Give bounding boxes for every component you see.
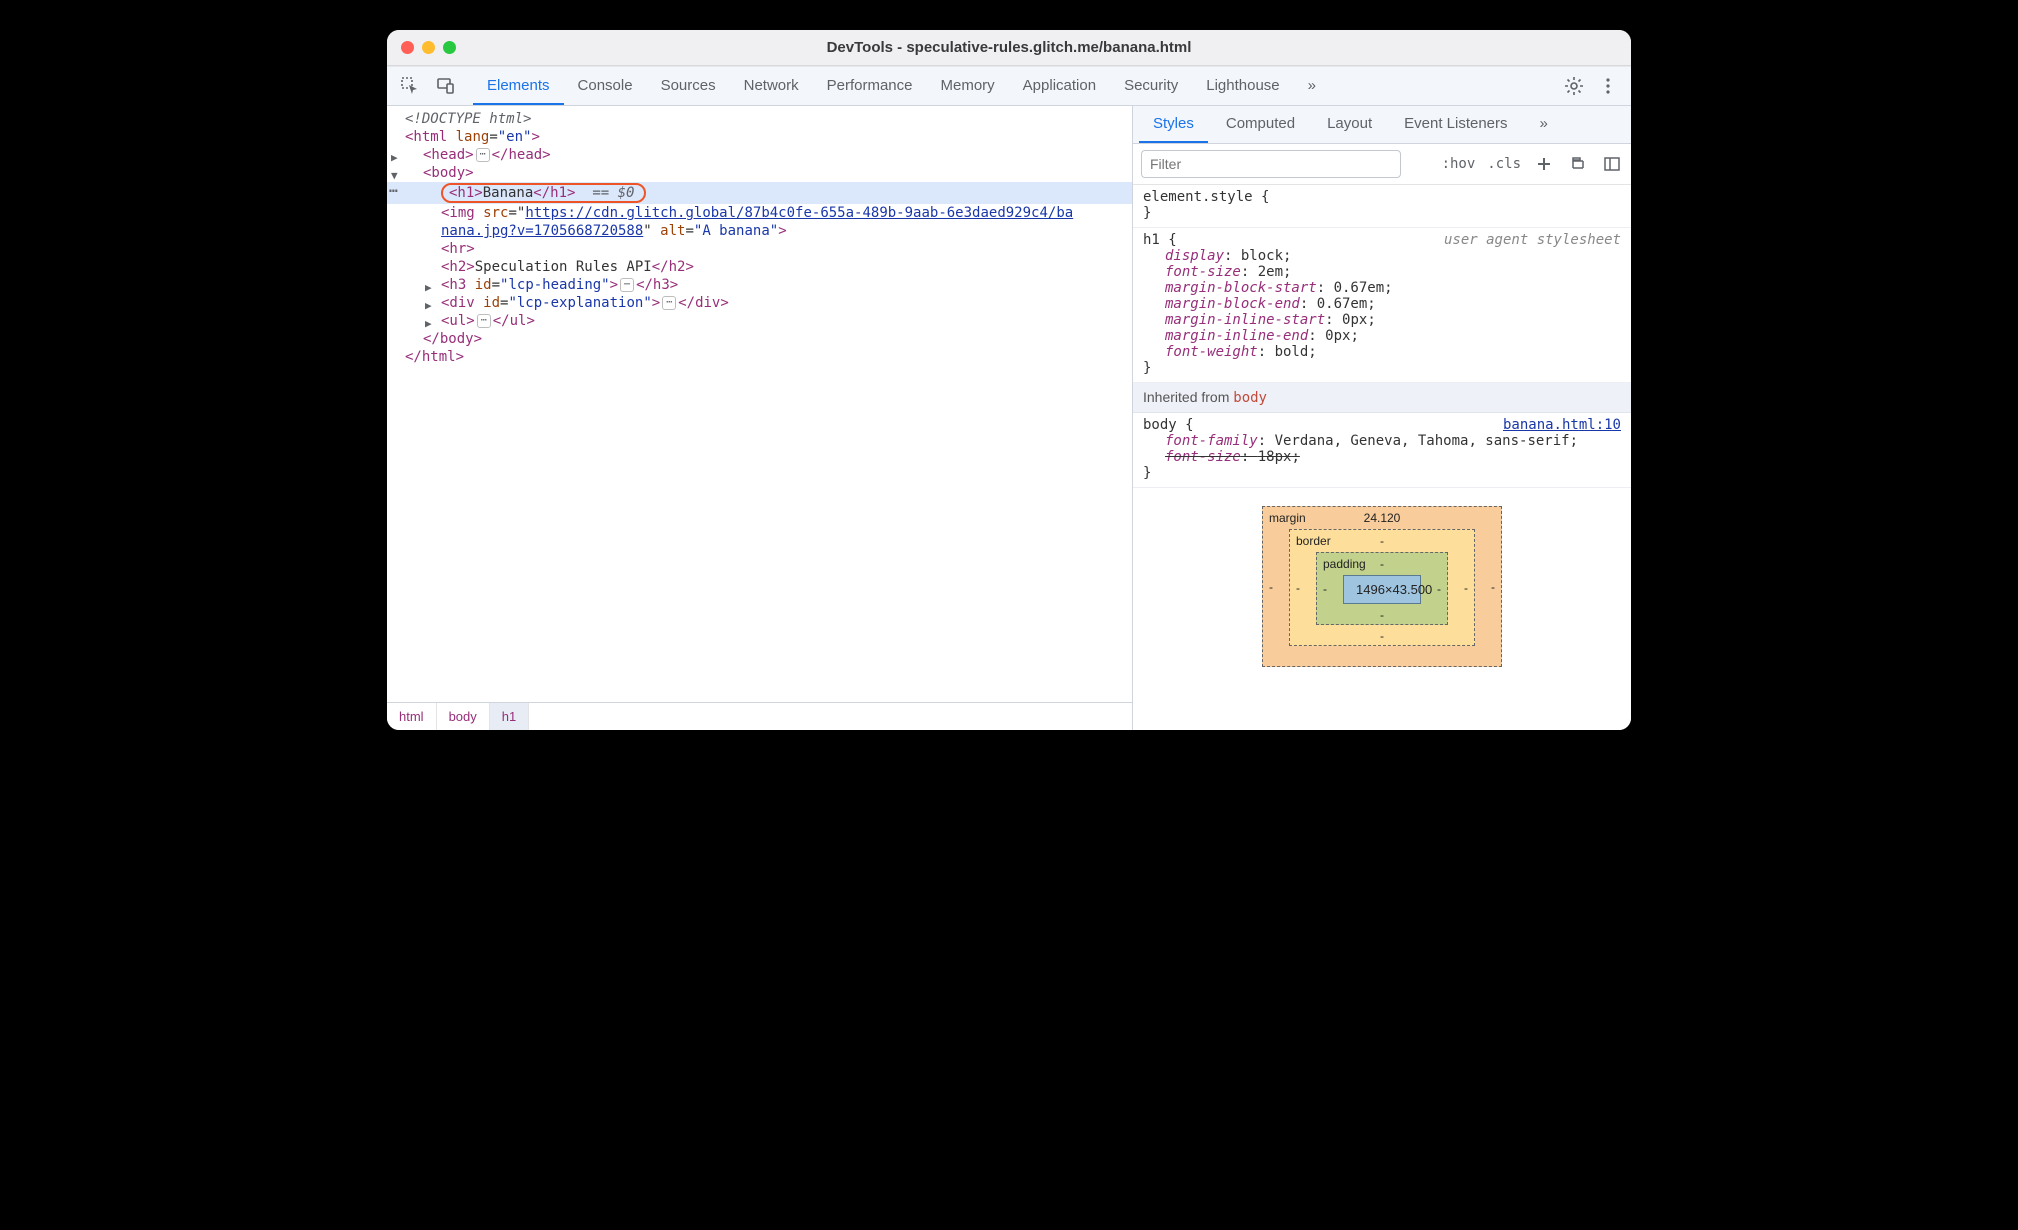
- rule-element-style[interactable]: element.style { }: [1133, 185, 1631, 228]
- dom-ul[interactable]: ▶<ul>⋯</ul>: [387, 312, 1132, 330]
- cls-toggle[interactable]: .cls: [1487, 156, 1521, 172]
- dom-body-close[interactable]: </body>: [387, 330, 1132, 348]
- dom-h3[interactable]: ▶<h3 id="lcp-heading">⋯</h3>: [387, 276, 1132, 294]
- tab-performance[interactable]: Performance: [813, 67, 927, 105]
- box-border[interactable]: border - -- - padding - -- - 1496×43.500: [1289, 529, 1475, 646]
- hov-toggle[interactable]: :hov: [1442, 156, 1476, 172]
- main-toolbar: Elements Console Sources Network Perform…: [387, 66, 1631, 106]
- tab-security[interactable]: Security: [1110, 67, 1192, 105]
- css-property[interactable]: font-size: 2em;: [1143, 264, 1621, 280]
- close-icon[interactable]: [401, 41, 414, 54]
- styles-rules[interactable]: element.style { } h1 {user agent stylesh…: [1133, 185, 1631, 730]
- box-content[interactable]: 1496×43.500: [1343, 575, 1421, 604]
- css-property[interactable]: font-weight: bold;: [1143, 344, 1621, 360]
- device-toggle-icon[interactable]: [431, 71, 461, 101]
- settings-gear-icon[interactable]: [1559, 71, 1589, 101]
- tabs-overflow-icon[interactable]: »: [1294, 67, 1330, 105]
- crumb-h1[interactable]: h1: [490, 703, 529, 730]
- styles-subtabs: Styles Computed Layout Event Listeners »: [1133, 106, 1631, 144]
- toggle-sidebar-icon[interactable]: [1601, 153, 1623, 175]
- css-property[interactable]: display: block;: [1143, 248, 1621, 264]
- dom-img-cont[interactable]: nana.jpg?v=1705668720588" alt="A banana"…: [387, 222, 1132, 240]
- styles-panel: Styles Computed Layout Event Listeners »…: [1133, 106, 1631, 730]
- inspect-icon[interactable]: [395, 71, 425, 101]
- css-property[interactable]: margin-inline-end: 0px;: [1143, 328, 1621, 344]
- main-tabs: Elements Console Sources Network Perform…: [473, 67, 1559, 105]
- filter-row: :hov .cls: [1133, 144, 1631, 185]
- dom-doctype[interactable]: <!DOCTYPE html>: [387, 110, 1132, 128]
- breadcrumb: html body h1: [387, 702, 1132, 730]
- dom-html-close[interactable]: </html>: [387, 348, 1132, 366]
- dom-h1-selected[interactable]: <h1>Banana</h1> == $0: [387, 182, 1132, 204]
- dom-body-open[interactable]: ▼<body>: [387, 164, 1132, 182]
- box-margin[interactable]: margin 24.120 -- border - -- - padding -…: [1262, 506, 1502, 667]
- styles-filter-input[interactable]: [1141, 150, 1401, 178]
- elements-panel: <!DOCTYPE html> <html lang="en"> ▶<head>…: [387, 106, 1133, 730]
- css-property[interactable]: margin-inline-start: 0px;: [1143, 312, 1621, 328]
- tab-lighthouse[interactable]: Lighthouse: [1192, 67, 1293, 105]
- dom-h2[interactable]: <h2>Speculation Rules API</h2>: [387, 258, 1132, 276]
- tab-elements[interactable]: Elements: [473, 67, 564, 105]
- rule-h1[interactable]: h1 {user agent stylesheet display: block…: [1133, 228, 1631, 383]
- crumb-body[interactable]: body: [437, 703, 490, 730]
- devtools-window: DevTools - speculative-rules.glitch.me/b…: [387, 30, 1631, 730]
- minimize-icon[interactable]: [422, 41, 435, 54]
- tab-console[interactable]: Console: [564, 67, 647, 105]
- tab-application[interactable]: Application: [1009, 67, 1110, 105]
- css-property[interactable]: margin-block-start: 0.67em;: [1143, 280, 1621, 296]
- subtab-layout[interactable]: Layout: [1313, 106, 1386, 143]
- subtab-computed[interactable]: Computed: [1212, 106, 1309, 143]
- tab-sources[interactable]: Sources: [647, 67, 730, 105]
- maximize-icon[interactable]: [443, 41, 456, 54]
- dom-head[interactable]: ▶<head>⋯</head>: [387, 146, 1132, 164]
- subtabs-overflow-icon[interactable]: »: [1526, 106, 1562, 143]
- traffic-lights: [401, 41, 456, 54]
- source-link[interactable]: banana.html:10: [1503, 417, 1621, 433]
- dom-div[interactable]: ▶<div id="lcp-explanation">⋯</div>: [387, 294, 1132, 312]
- inherited-from-bar: Inherited from body: [1133, 383, 1631, 413]
- dom-tree[interactable]: <!DOCTYPE html> <html lang="en"> ▶<head>…: [387, 106, 1132, 702]
- main-pane: <!DOCTYPE html> <html lang="en"> ▶<head>…: [387, 106, 1631, 730]
- kebab-menu-icon[interactable]: [1593, 71, 1623, 101]
- window-title: DevTools - speculative-rules.glitch.me/b…: [387, 39, 1631, 56]
- crumb-html[interactable]: html: [387, 703, 437, 730]
- titlebar: DevTools - speculative-rules.glitch.me/b…: [387, 30, 1631, 66]
- tab-network[interactable]: Network: [730, 67, 813, 105]
- css-property[interactable]: font-family: Verdana, Geneva, Tahoma, sa…: [1143, 433, 1621, 449]
- subtab-styles[interactable]: Styles: [1139, 106, 1208, 143]
- box-model: margin 24.120 -- border - -- - padding -…: [1133, 488, 1631, 667]
- dom-img[interactable]: <img src="https://cdn.glitch.global/87b4…: [387, 204, 1132, 222]
- new-rule-icon[interactable]: [1533, 153, 1555, 175]
- dom-html-open[interactable]: <html lang="en">: [387, 128, 1132, 146]
- tab-memory[interactable]: Memory: [927, 67, 1009, 105]
- css-property[interactable]: margin-block-end: 0.67em;: [1143, 296, 1621, 312]
- dom-hr[interactable]: <hr>: [387, 240, 1132, 258]
- box-padding[interactable]: padding - -- - 1496×43.500: [1316, 552, 1448, 625]
- subtab-event-listeners[interactable]: Event Listeners: [1390, 106, 1521, 143]
- copy-styles-icon[interactable]: [1567, 153, 1589, 175]
- rule-body[interactable]: body {banana.html:10 font-family: Verdan…: [1133, 413, 1631, 488]
- css-property[interactable]: font-size: 18px;: [1143, 449, 1621, 465]
